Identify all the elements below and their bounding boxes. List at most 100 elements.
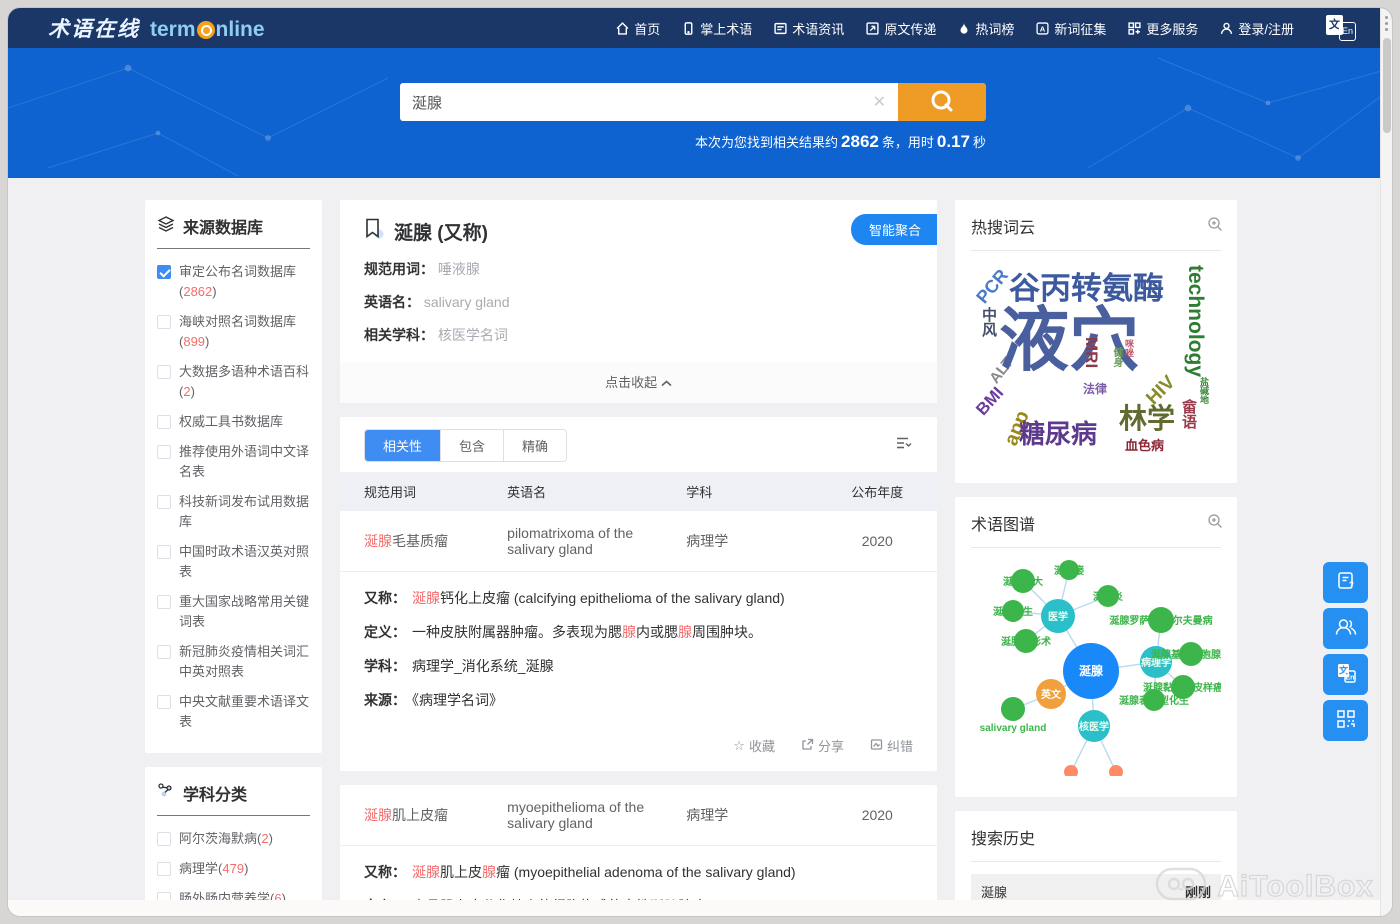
cloud-word[interactable]: MRI [1083, 337, 1100, 368]
nav-item-home[interactable]: 首页 [616, 19, 660, 38]
nav-item-news[interactable]: 术语资讯 [774, 19, 844, 38]
result-row[interactable]: 涎腺肌上皮瘤 myoepithelioma of the salivary gl… [340, 785, 937, 845]
user-icon [1220, 22, 1233, 35]
scrollbar[interactable] [1380, 8, 1392, 916]
share-button[interactable]: 分享 [801, 736, 844, 755]
col-header-term: 规范用词 [340, 482, 507, 501]
detail-source: 来源：《病理学名词》 [364, 690, 913, 711]
cloud-word[interactable]: technology [1185, 265, 1206, 377]
term-graph-card: 术语图谱 涎腺医学病理学核医学英文salivary gland涎腺肿大涎腺瘘涎腺… [955, 497, 1237, 797]
left-sidebar: 来源数据库 审定公布名词数据库(2862) 海峡对照名词数据库(899) 大数据… [145, 200, 322, 916]
molecule-icon [157, 782, 175, 805]
tab-relevance[interactable]: 相关性 [365, 430, 441, 461]
report-error-button[interactable]: 纠错 [870, 736, 913, 755]
source-db-item[interactable]: 推荐使用外语词中文译名表() [157, 437, 310, 487]
subject-item[interactable]: 病理学(479) [157, 854, 310, 884]
word-cloud-card: 热搜词云 PCR谷丙转氨酶technology中风ALTBMIapp液穴MRI健… [955, 200, 1237, 483]
search-history-title: 搜索历史 [971, 825, 1221, 862]
new-word-icon: A [1036, 22, 1049, 35]
result-english: pilomatrixoma of the salivary gland [507, 525, 686, 557]
nav-item-login[interactable]: 登录/注册 [1220, 19, 1294, 38]
checkbox[interactable] [157, 315, 171, 329]
tab-exact[interactable]: 精确 [504, 430, 566, 461]
cloud-word[interactable]: BMI [973, 384, 1006, 419]
search-result-stats: 本次为您找到相关结果约2862条，用时0.17秒 [400, 132, 986, 152]
source-db-item[interactable]: 中国时政术语汉英对照表() [157, 537, 310, 587]
checkbox[interactable] [157, 595, 171, 609]
bookmark-icon [364, 218, 384, 245]
checkbox[interactable] [157, 862, 171, 876]
source-db-item[interactable]: 新冠肺炎疫情相关词汇中英对照表() [157, 637, 310, 687]
page-content: 来源数据库 审定公布名词数据库(2862) 海峡对照名词数据库(899) 大数据… [8, 178, 1392, 916]
translate-icon: 文En [1334, 661, 1358, 688]
search-button[interactable] [898, 83, 986, 121]
nav-item-mobile[interactable]: 掌上术语 [682, 19, 752, 38]
nav-item-more[interactable]: 更多服务 [1128, 19, 1198, 38]
checkbox[interactable] [157, 495, 171, 509]
source-db-item[interactable]: 大数据多语种术语百科(2) [157, 357, 310, 407]
result-row[interactable]: 涎腺毛基质瘤 pilomatrixoma of the salivary gla… [340, 511, 937, 571]
nav-item-hotwords[interactable]: 热词榜 [958, 19, 1014, 38]
cloud-word[interactable]: 血色病 [1125, 439, 1164, 452]
cloud-word[interactable]: 盐碱地 [1199, 377, 1208, 404]
nav-item-fulltext[interactable]: 原文传递 [866, 19, 936, 38]
term-graph[interactable]: 涎腺医学病理学核医学英文salivary gland涎腺肿大涎腺瘘涎腺炎涎腺增生… [971, 554, 1221, 781]
subject-item[interactable]: 阿尔茨海默病(2) [157, 824, 310, 854]
home-icon [616, 22, 629, 35]
result-term[interactable]: 涎腺毛基质瘤 [340, 531, 507, 551]
checkbox[interactable] [157, 365, 171, 379]
source-db-item[interactable]: 审定公布名词数据库(2862) [157, 257, 310, 307]
nav-menu: 首页 掌上术语 术语资讯 原文传递 热词榜 A 新词征集 [616, 15, 1356, 41]
cloud-word[interactable]: 咪唑 [1124, 339, 1133, 357]
checkbox[interactable] [157, 415, 171, 429]
top-navbar: 术语在线 termnline 首页 掌上术语 术语资讯 原文传递 热词榜 [8, 8, 1392, 48]
checkbox[interactable] [157, 695, 171, 709]
field-standard-term: 规范用词： 唾液腺 [364, 259, 913, 279]
source-db-item[interactable]: 权威工具书数据库() [157, 407, 310, 437]
collapse-toggle[interactable]: 点击收起 [340, 362, 937, 403]
cloud-word[interactable]: 糖尿病 [1019, 421, 1097, 447]
cloud-word[interactable]: 健身 [1111, 347, 1121, 367]
clear-search-icon[interactable]: ✕ [873, 92, 886, 112]
source-db-item[interactable]: 海峡对照名词数据库(899) [157, 307, 310, 357]
cloud-word[interactable]: 林学 [1119, 405, 1175, 433]
checkbox-checked[interactable] [157, 265, 171, 279]
checkbox[interactable] [157, 645, 171, 659]
checkbox[interactable] [157, 545, 171, 559]
source-db-item[interactable]: 重大国家战略常用关键词表() [157, 587, 310, 637]
doc-send-icon [866, 22, 879, 35]
results-card: 相关性 包含 精确 规范用词 英语名 学科 公布年度 涎腺毛基质瘤 piloma… [340, 417, 937, 771]
subject-header: 学科分类 [157, 781, 310, 816]
cloud-word[interactable]: 畲语 [1181, 399, 1196, 429]
sort-icon[interactable] [895, 436, 913, 455]
contact-button[interactable] [1323, 608, 1368, 649]
word-cloud[interactable]: PCR谷丙转氨酶technology中风ALTBMIapp液穴MRI健身咪唑法律… [971, 259, 1221, 467]
term-summary-card: 涎腺 (又称) 智能聚合 规范用词： 唾液腺 英语名： salivary gla… [340, 200, 937, 403]
svg-text:涎腺造影术: 涎腺造影术 [1001, 635, 1051, 648]
cloud-word[interactable]: 谷丙转氨酶 [1009, 273, 1164, 304]
nav-item-newword[interactable]: A 新词征集 [1036, 19, 1106, 38]
language-switch-icon[interactable]: 文 En [1326, 15, 1356, 41]
checkbox[interactable] [157, 445, 171, 459]
source-db-item[interactable]: 中央文献重要术语译文表() [157, 687, 310, 737]
zoom-in-icon[interactable] [1207, 513, 1223, 534]
result-year: 2020 [818, 533, 937, 549]
source-db-item[interactable]: 科技新词发布试用数据库() [157, 487, 310, 537]
col-header-english: 英语名 [507, 482, 686, 501]
tab-contains[interactable]: 包含 [441, 430, 504, 461]
qrcode-button[interactable] [1323, 700, 1368, 741]
site-logo[interactable]: 术语在线 termnline [48, 13, 265, 43]
result-term[interactable]: 涎腺肌上皮瘤 [340, 805, 507, 825]
favorite-button[interactable]: ☆收藏 [733, 736, 775, 755]
zoom-in-icon[interactable] [1207, 216, 1223, 237]
checkbox[interactable] [157, 832, 171, 846]
translate-button[interactable]: 文En [1323, 654, 1368, 695]
detail-alias: 又称：涎腺钙化上皮瘤 (calcifying epithelioma of th… [364, 588, 913, 609]
smart-aggregate-button[interactable]: 智能聚合 [851, 214, 937, 245]
svg-text:涎腺: 涎腺 [1079, 663, 1104, 678]
cloud-word[interactable]: 法律 [1083, 383, 1107, 395]
cloud-word[interactable]: 中风 [981, 307, 996, 337]
search-input[interactable]: 涎腺 ✕ [400, 83, 898, 121]
feedback-button[interactable]: ? [1323, 562, 1368, 603]
scrollbar-thumb[interactable] [1383, 38, 1391, 133]
